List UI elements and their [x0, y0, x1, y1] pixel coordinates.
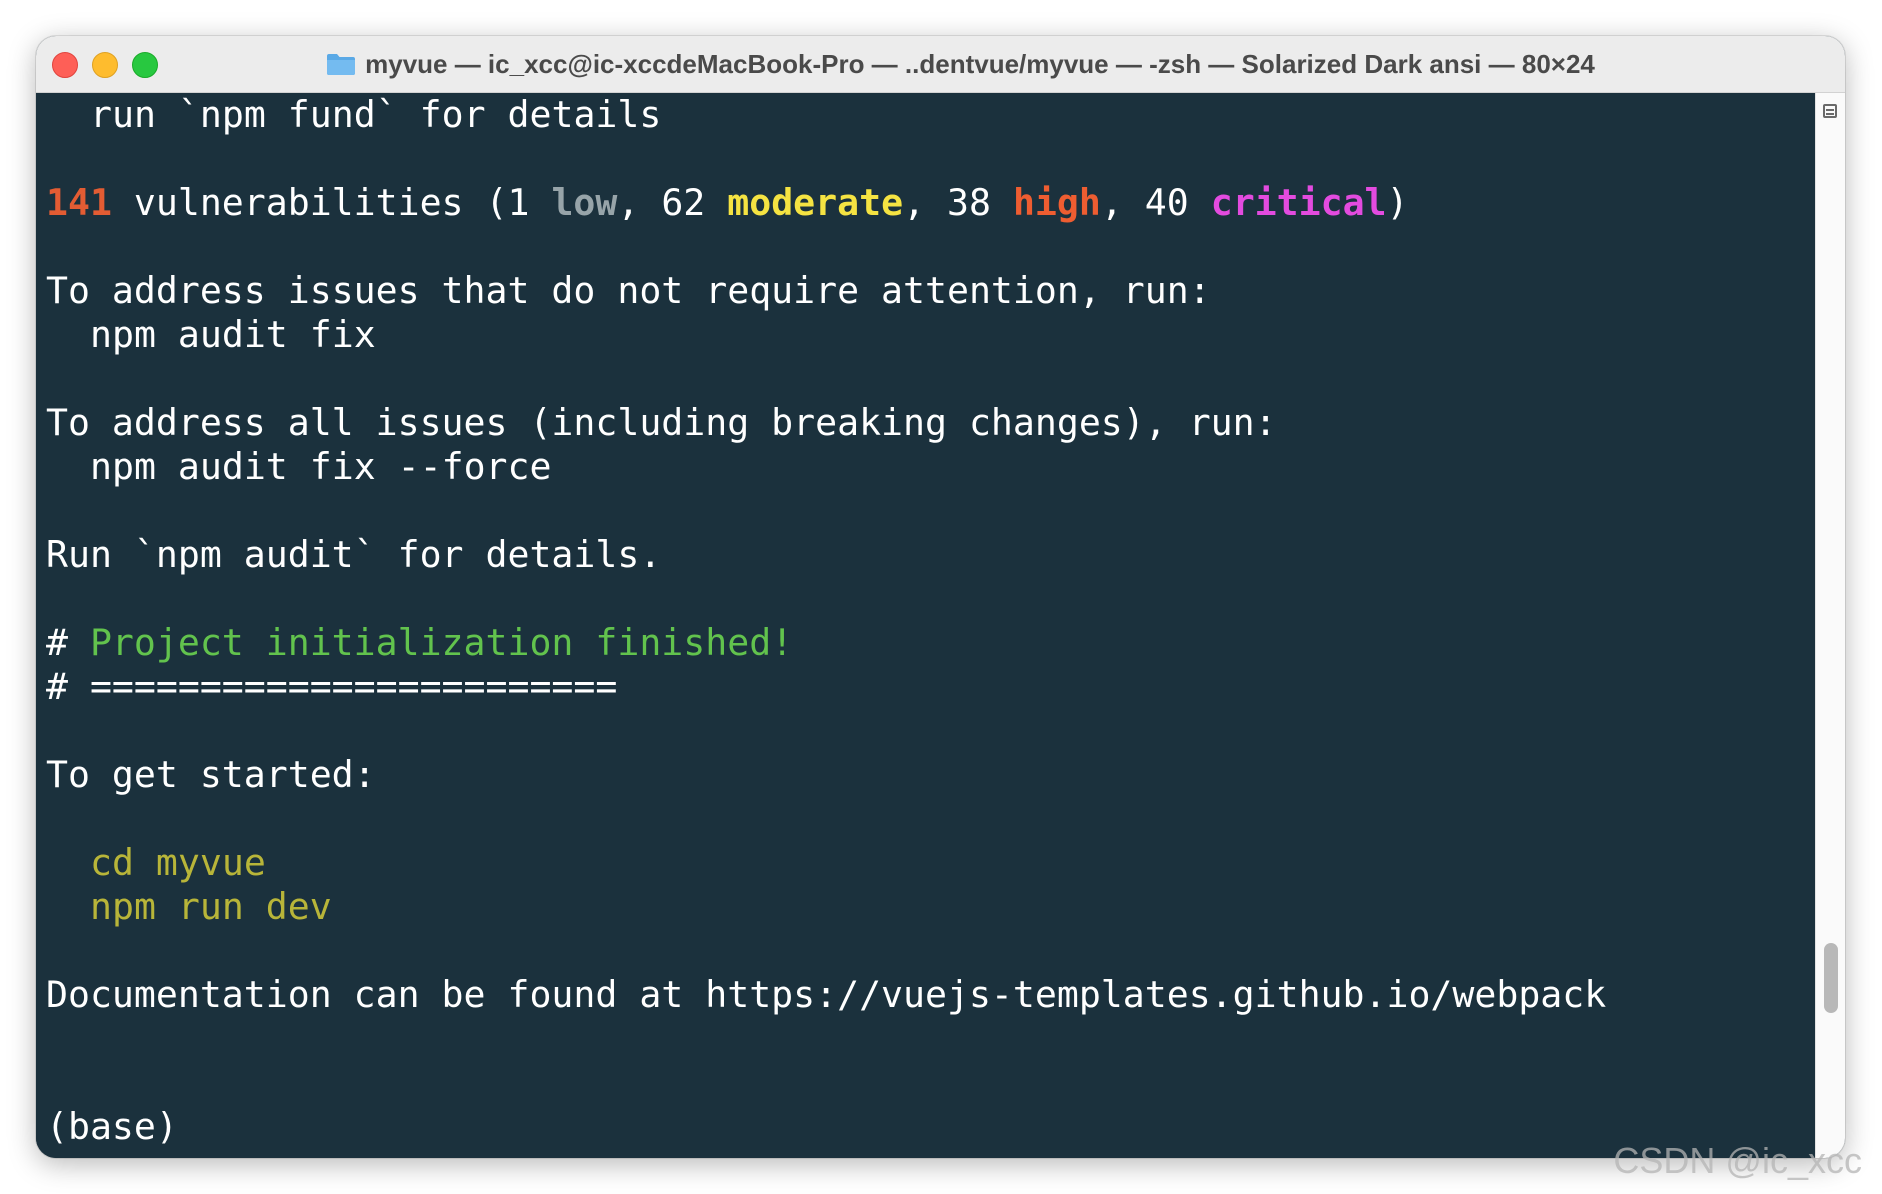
separator-text: ========================: [89, 665, 618, 708]
folder-icon: [326, 52, 356, 76]
address-issues-line: To address issues that do not require at…: [46, 269, 1211, 312]
moderate-label: moderate: [727, 181, 904, 224]
address-all-issues-line: To address all issues (including breakin…: [46, 401, 1277, 444]
separator-line: # ========================: [46, 665, 1816, 709]
init-finished-line: # Project initialization finished!: [46, 621, 1816, 665]
vuln-text: , 40: [1100, 181, 1211, 224]
vuln-text: , 62: [617, 181, 728, 224]
hash-marker: #: [46, 665, 90, 708]
run-audit-line: Run `npm audit` for details.: [46, 533, 662, 576]
title-bar[interactable]: myvue — ic_xcc@ic-xccdeMacBook-Pro — ..d…: [36, 36, 1845, 93]
window-title: myvue — ic_xcc@ic-xccdeMacBook-Pro — ..d…: [365, 48, 1595, 79]
vuln-text: ): [1386, 181, 1409, 224]
scroll-thumb[interactable]: [1824, 943, 1838, 1013]
init-finished-text: Project initialization finished!: [89, 621, 794, 664]
vulnerabilities-line: 141 vulnerabilities (1 low, 62 moderate,…: [46, 181, 1816, 225]
vuln-text: vulnerabilities (1: [111, 181, 552, 224]
vertical-scrollbar[interactable]: [1815, 93, 1845, 1158]
audit-fix-force-command: npm audit fix --force: [90, 445, 552, 488]
watermark: CSDN @ic_xcc: [1613, 1140, 1862, 1181]
documentation-line: Documentation can be found at https://vu…: [46, 973, 1607, 1016]
shell-prompt[interactable]: (base): [46, 1105, 1816, 1149]
low-label: low: [551, 181, 618, 224]
hash-marker: #: [46, 621, 90, 664]
terminal-window: myvue — ic_xcc@ic-xccdeMacBook-Pro — ..d…: [36, 36, 1845, 1158]
vuln-text: , 38: [903, 181, 1013, 224]
dev-command: npm run dev: [90, 885, 332, 928]
terminal-output[interactable]: run `npm fund` for details 141 vulnerabi…: [36, 93, 1816, 1158]
high-label: high: [1012, 181, 1101, 224]
scroll-menu-icon[interactable]: [1823, 104, 1837, 118]
cd-command: cd myvue: [90, 841, 266, 884]
fund-line: run `npm fund` for details: [90, 93, 662, 136]
critical-label: critical: [1210, 181, 1387, 224]
get-started-line: To get started:: [46, 753, 376, 796]
vulnerability-count: 141: [46, 181, 112, 224]
audit-fix-command: npm audit fix: [90, 313, 376, 356]
title-area: myvue — ic_xcc@ic-xccdeMacBook-Pro — ..d…: [36, 36, 1845, 92]
